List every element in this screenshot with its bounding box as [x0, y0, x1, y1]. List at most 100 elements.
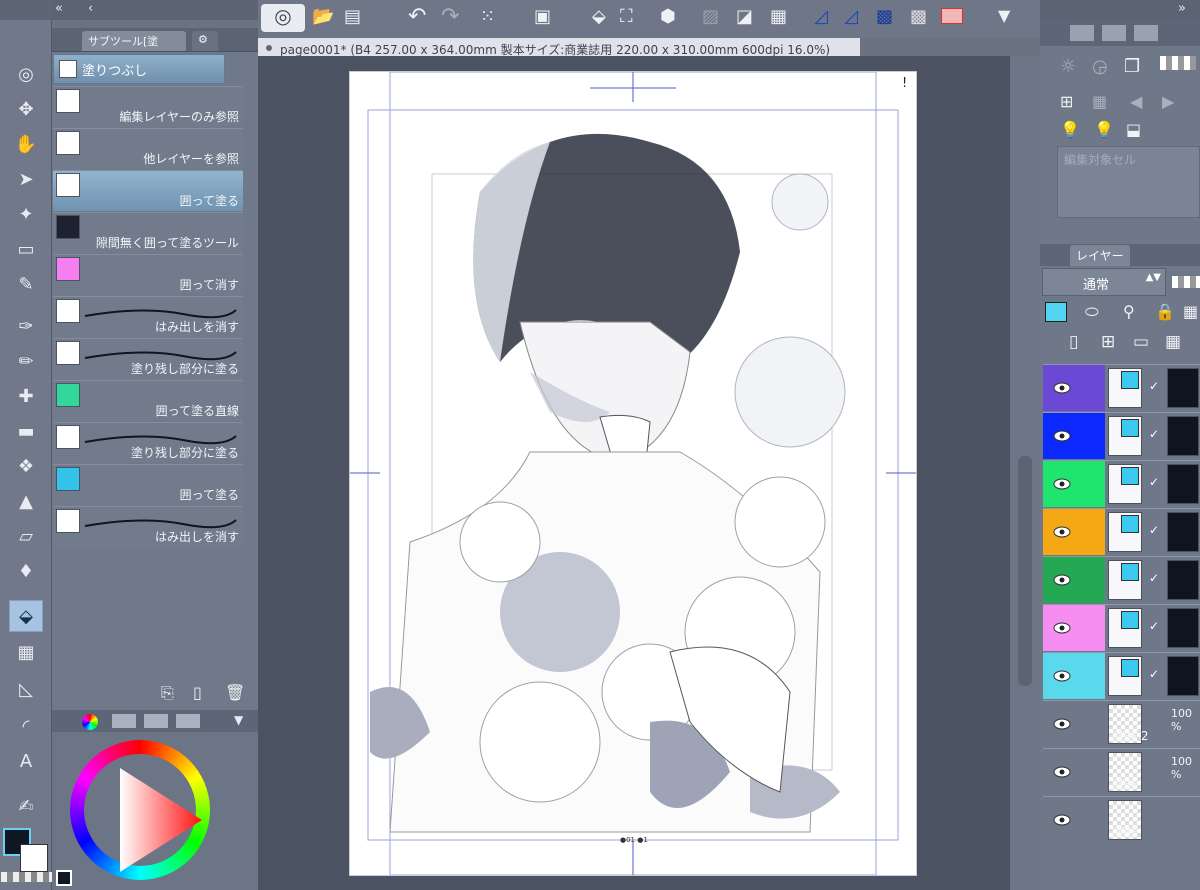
blend-icon[interactable]: ▲ — [9, 485, 43, 517]
brush-icon[interactable]: ❖ — [9, 450, 43, 482]
mask-icon[interactable]: ▦ — [1165, 332, 1181, 352]
fill-icon[interactable]: ⬙ — [9, 600, 43, 632]
cells-icon[interactable]: ❐ — [1124, 56, 1140, 77]
chevron-down-icon[interactable]: ▼ — [234, 713, 243, 727]
layer-row[interactable]: ✓ — [1043, 364, 1200, 411]
new-cell-icon[interactable]: ⊞ — [1060, 92, 1073, 111]
ruler-set-icon[interactable]: ◿ — [844, 6, 858, 27]
sub-tool-item[interactable]: はみ出しを消す — [53, 296, 243, 337]
eye-icon[interactable] — [1053, 427, 1071, 442]
new-raster-layer-icon[interactable]: ▯ — [1069, 332, 1078, 352]
saturation-triangle[interactable] — [112, 766, 202, 876]
lock-icon[interactable]: 🔒 — [1155, 302, 1175, 321]
balloon-icon[interactable]: ✍ — [9, 790, 43, 822]
frame-icon[interactable]: ◜ — [9, 710, 43, 742]
layer-row[interactable]: ✓ — [1043, 652, 1200, 699]
wand-icon[interactable]: ✦ — [9, 198, 43, 230]
lock-alpha-icon[interactable]: ▦ — [1183, 302, 1198, 321]
collapse-right-icon[interactable]: » — [1178, 1, 1186, 16]
light-bulb-layer-icon[interactable]: 💡 — [1094, 120, 1114, 139]
tab-navigator-icon[interactable] — [1070, 25, 1094, 41]
eye-icon[interactable] — [1053, 667, 1071, 682]
snap-special-icon[interactable]: ◪ — [736, 6, 753, 27]
transparent-grid-icon[interactable]: ▩ — [876, 6, 893, 27]
save-icon[interactable]: ▤ — [344, 6, 361, 27]
undo-icon[interactable]: ↶ — [408, 4, 426, 29]
chevron-down-icon[interactable]: ▼ — [998, 6, 1010, 25]
sub-color-swatch[interactable] — [20, 844, 48, 872]
tab-layer[interactable]: レイヤー — [1070, 245, 1130, 266]
eye-icon[interactable] — [1053, 763, 1071, 778]
play-icon[interactable]: ◶ — [1092, 56, 1108, 77]
copy-sub-tool-icon[interactable]: ⎘ — [161, 683, 174, 703]
light-bulb-icon[interactable]: 💡 — [1060, 120, 1080, 139]
sub-tool-item[interactable]: 囲って塗る直線 — [53, 380, 243, 421]
selection-icon[interactable]: ▭ — [9, 233, 43, 265]
color-set-tab-icon[interactable] — [144, 714, 168, 728]
eraser-icon[interactable]: ▱ — [9, 520, 43, 552]
ruler-icon[interactable]: ◺ — [9, 673, 43, 705]
snap-grid-icon[interactable]: ▦ — [770, 6, 787, 27]
settings-icon[interactable]: ⚙ — [192, 31, 218, 51]
open-file-icon[interactable]: 📂 — [312, 6, 334, 27]
clip-icon[interactable]: ⬭ — [1085, 302, 1099, 322]
reference-icon[interactable]: ⚲ — [1123, 302, 1135, 321]
scrollbar-thumb[interactable] — [1018, 456, 1032, 686]
new-sub-tool-icon[interactable]: ▯ — [193, 683, 202, 702]
sub-tool-item[interactable]: 他レイヤーを参照 — [53, 128, 243, 169]
transform-icon[interactable]: ⛶ — [620, 6, 633, 27]
perspective-ruler-icon[interactable]: ◿ — [814, 6, 828, 27]
eye-icon[interactable] — [1053, 379, 1071, 394]
sub-tool-item[interactable]: 囲って塗る — [53, 464, 243, 505]
pen-icon[interactable]: ✑ — [9, 310, 43, 342]
color-slider-tab-icon[interactable] — [112, 714, 136, 728]
fill-drop-icon[interactable]: ♦ — [9, 555, 43, 587]
sub-tool-group-button[interactable]: 塗りつぶし — [53, 54, 225, 84]
sub-tool-item[interactable]: 編集レイヤーのみ参照 — [53, 86, 243, 127]
sub-tool-item[interactable]: 囲って消す — [53, 254, 243, 295]
pen-select-icon[interactable]: ➤ — [9, 163, 43, 195]
layer-color-swatch[interactable] — [1045, 302, 1067, 322]
tab-property-icon[interactable] — [1134, 25, 1158, 41]
selection-clear-icon[interactable]: ⁙ — [480, 6, 495, 27]
arrow-left-icon[interactable]: ◀ — [1130, 92, 1142, 111]
layer-row[interactable]: ✓ — [1043, 508, 1200, 555]
checker-icon[interactable]: ▩ — [910, 6, 927, 27]
fill-selection-icon[interactable]: ⬙ — [592, 6, 606, 27]
eye-icon[interactable] — [1053, 571, 1071, 586]
collapse-icon[interactable]: « — [55, 1, 63, 16]
text-icon[interactable]: A — [9, 745, 43, 777]
layer-row[interactable]: 線画 2 100 % — [1043, 700, 1200, 746]
canvas-scrollbar[interactable] — [1010, 56, 1040, 890]
arrow-left-icon[interactable]: ‹ — [88, 1, 93, 16]
sub-tool-item[interactable]: 塗り残し部分に塗る — [53, 338, 243, 379]
gradient-icon[interactable]: ▦ — [9, 636, 43, 668]
intermediate-color-tab-icon[interactable] — [176, 714, 200, 728]
tab-sub-view-icon[interactable] — [1102, 25, 1126, 41]
color-wheel-tab-icon[interactable] — [82, 714, 98, 730]
eye-icon[interactable] — [1053, 475, 1071, 490]
eye-icon[interactable] — [1053, 811, 1071, 826]
zoom-icon[interactable]: ◎ — [9, 58, 43, 90]
blend-mode-select[interactable]: 通常 ▲▼ — [1042, 268, 1166, 296]
clip-studio-icon[interactable]: ◎ — [261, 4, 305, 32]
crop-icon[interactable]: ▣ — [534, 6, 551, 27]
new-vector-layer-icon[interactable]: ⊞ — [1101, 332, 1115, 352]
cell-target-box[interactable]: 編集対象セル — [1057, 146, 1200, 218]
delete-sub-tool-icon[interactable]: 🗑 — [225, 683, 245, 702]
move-icon[interactable]: ✥ — [9, 93, 43, 125]
sub-tool-tab[interactable]: サブツール[塗 — [82, 31, 186, 51]
pencil-icon[interactable]: ✏ — [9, 345, 43, 377]
layer-row[interactable]: ✓ — [1043, 460, 1200, 507]
hand-icon[interactable]: ✋ — [9, 128, 43, 160]
redo-icon[interactable]: ↷ — [441, 4, 459, 29]
layer-row[interactable]: ✓ — [1043, 412, 1200, 459]
snap-ruler-icon[interactable]: ▨ — [702, 6, 719, 27]
layer-row[interactable]: ✓ — [1043, 556, 1200, 603]
opacity-slider[interactable] — [1172, 276, 1200, 288]
transparent-color-swatch[interactable] — [1, 872, 53, 882]
airbrush-icon[interactable]: ✚ — [9, 380, 43, 412]
eye-icon[interactable] — [1053, 619, 1071, 634]
sub-tool-item[interactable]: はみ出しを消す — [53, 506, 243, 547]
light-table-icon[interactable]: ⬓ — [1126, 120, 1141, 139]
